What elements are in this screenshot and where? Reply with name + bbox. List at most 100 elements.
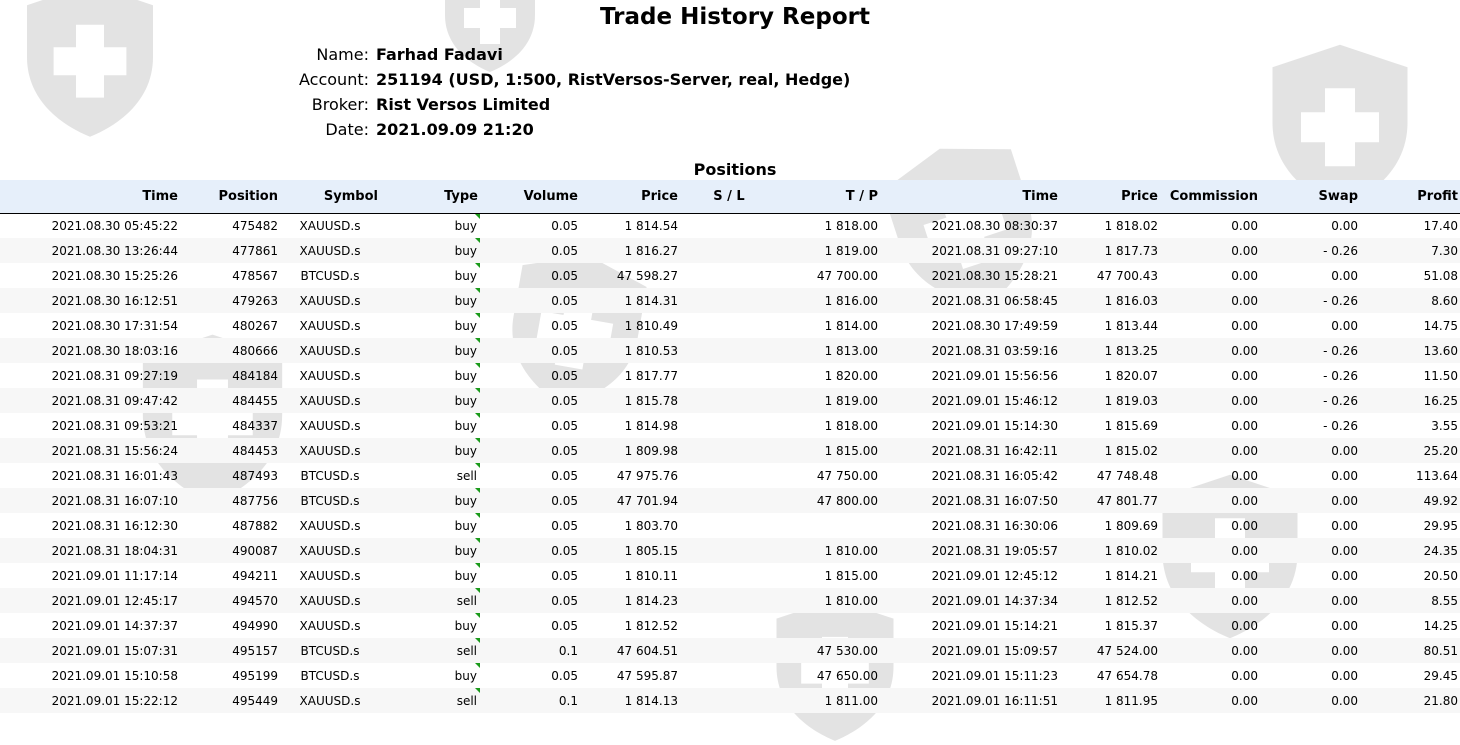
table-cell [680,663,780,688]
column-header: Position [180,180,280,214]
page-title: Trade History Report [600,4,870,30]
table-cell: 0.05 [551,393,578,408]
table-cell: sell [380,463,480,488]
table-cell: 484184 [232,368,278,383]
table-cell: 1 803.70 [624,518,678,533]
table-cell: 2021.08.31 16:12:30 [51,518,178,533]
table-cell: 0.00 [1231,543,1258,558]
table-cell: buy [380,338,480,363]
table-cell: 495449 [232,693,278,708]
table-cell: 0.00 [1331,493,1358,508]
table-cell: 0.05 [551,668,578,683]
table-cell: 0.00 [1231,218,1258,233]
column-header: Time [0,180,180,214]
table-cell: 478567 [232,268,278,283]
table-cell: 2021.08.31 16:05:42 [931,468,1058,483]
table-cell: 2021.08.30 13:26:44 [51,243,178,258]
table-cell: 47 598.27 [616,268,678,283]
table-cell: 0.00 [1231,243,1258,258]
table-cell: 477861 [232,243,278,258]
table-row: 2021.09.01 11:17:14 494211 XAUUSD.s buy 0.05… [0,563,1460,588]
table-cell: 0.05 [551,343,578,358]
table-cell: 0.00 [1231,668,1258,683]
table-cell: 2021.09.01 12:45:12 [931,568,1058,583]
table-cell: 0.00 [1331,693,1358,708]
table-cell: 47 700.43 [1096,268,1158,283]
column-header: Symbol [280,180,380,214]
table-cell [680,213,780,238]
table-cell: XAUUSD.s [299,443,361,458]
table-cell: 0.05 [551,268,578,283]
table-cell: XAUUSD.s [299,618,361,633]
table-cell: 47 595.87 [616,668,678,683]
table-cell: 490087 [232,543,278,558]
table-cell: 2021.08.30 18:03:16 [51,343,178,358]
table-cell: 0.00 [1231,418,1258,433]
table-cell: 0.05 [551,243,578,258]
table-cell: 0.00 [1231,343,1258,358]
table-row: 2021.09.01 14:37:37 494990 XAUUSD.s buy 0.05… [0,613,1460,638]
table-cell: buy [380,413,480,438]
table-cell: 1 814.00 [824,318,878,333]
table-cell: XAUUSD.s [299,518,361,533]
table-row: 2021.08.30 16:12:51 479263 XAUUSD.s buy 0.05… [0,288,1460,313]
table-cell: 0.00 [1331,218,1358,233]
table-cell: 0.05 [551,518,578,533]
table-cell: 479263 [232,293,278,308]
table-cell [680,263,780,288]
table-cell: 1 820.00 [824,368,878,383]
table-cell: 2021.09.01 15:14:21 [931,618,1058,633]
table-cell: 0.00 [1231,693,1258,708]
table-cell: 2021.09.01 15:22:12 [51,693,178,708]
table-cell: 0.05 [551,618,578,633]
table-cell: buy [380,288,480,313]
table-cell [680,313,780,338]
table-cell: 1 814.13 [624,693,678,708]
info-label: Date: [325,120,369,139]
table-cell: XAUUSD.s [299,568,361,583]
table-cell: 2021.08.31 19:05:57 [931,543,1058,558]
table-cell: 1 815.37 [1104,618,1158,633]
table-cell: 1 810.53 [624,343,678,358]
column-header: Commission [1160,180,1260,214]
table-cell: 47 604.51 [616,643,678,658]
table-cell: 2021.08.31 09:53:21 [51,418,178,433]
table-cell: 475482 [232,218,278,233]
table-row: 2021.09.01 15:10:58 495199 BTCUSD.s buy 0.05… [0,663,1460,688]
table-cell: 7.30 [1431,243,1458,258]
table-row: 2021.08.31 09:53:21 484337 XAUUSD.s buy 0.05… [0,413,1460,438]
table-cell: 20.50 [1423,568,1458,583]
table-cell: 14.25 [1423,618,1458,633]
table-cell: 487756 [232,493,278,508]
table-row: 2021.08.31 09:27:19 484184 XAUUSD.s buy 0.05… [0,363,1460,388]
table-cell: 0.00 [1331,618,1358,633]
table-cell: 0.05 [551,493,578,508]
table-cell: XAUUSD.s [299,318,361,333]
table-cell: 1 810.00 [824,543,878,558]
table-cell: 495199 [232,668,278,683]
table-cell: BTCUSD.s [300,268,360,283]
table-cell [680,588,780,613]
table-cell: - 0.26 [1323,343,1358,358]
info-row-name: Name: Farhad Fadavi [200,42,1000,67]
table-cell: 1 810.02 [1104,543,1158,558]
table-cell: 2021.09.01 15:46:12 [931,393,1058,408]
table-cell: 0.1 [558,693,578,708]
table-cell: 1 818.00 [824,218,878,233]
table-cell: 1 809.69 [1104,518,1158,533]
table-cell: 51.08 [1423,268,1458,283]
table-cell: buy [380,538,480,563]
table-cell: 24.35 [1423,543,1458,558]
table-cell: 47 975.76 [616,468,678,483]
table-cell: BTCUSD.s [300,668,360,683]
column-header: Price [1060,180,1160,214]
table-cell: 0.00 [1331,318,1358,333]
info-value: Rist Versos Limited [376,95,551,114]
table-cell: 484337 [232,418,278,433]
table-cell: 484453 [232,443,278,458]
table-cell: 17.40 [1423,218,1458,233]
table-cell: 1 814.21 [1104,568,1158,583]
table-cell: buy [380,663,480,688]
table-row: 2021.08.31 09:47:42 484455 XAUUSD.s buy 0.05… [0,388,1460,413]
table-cell: 0.00 [1231,268,1258,283]
